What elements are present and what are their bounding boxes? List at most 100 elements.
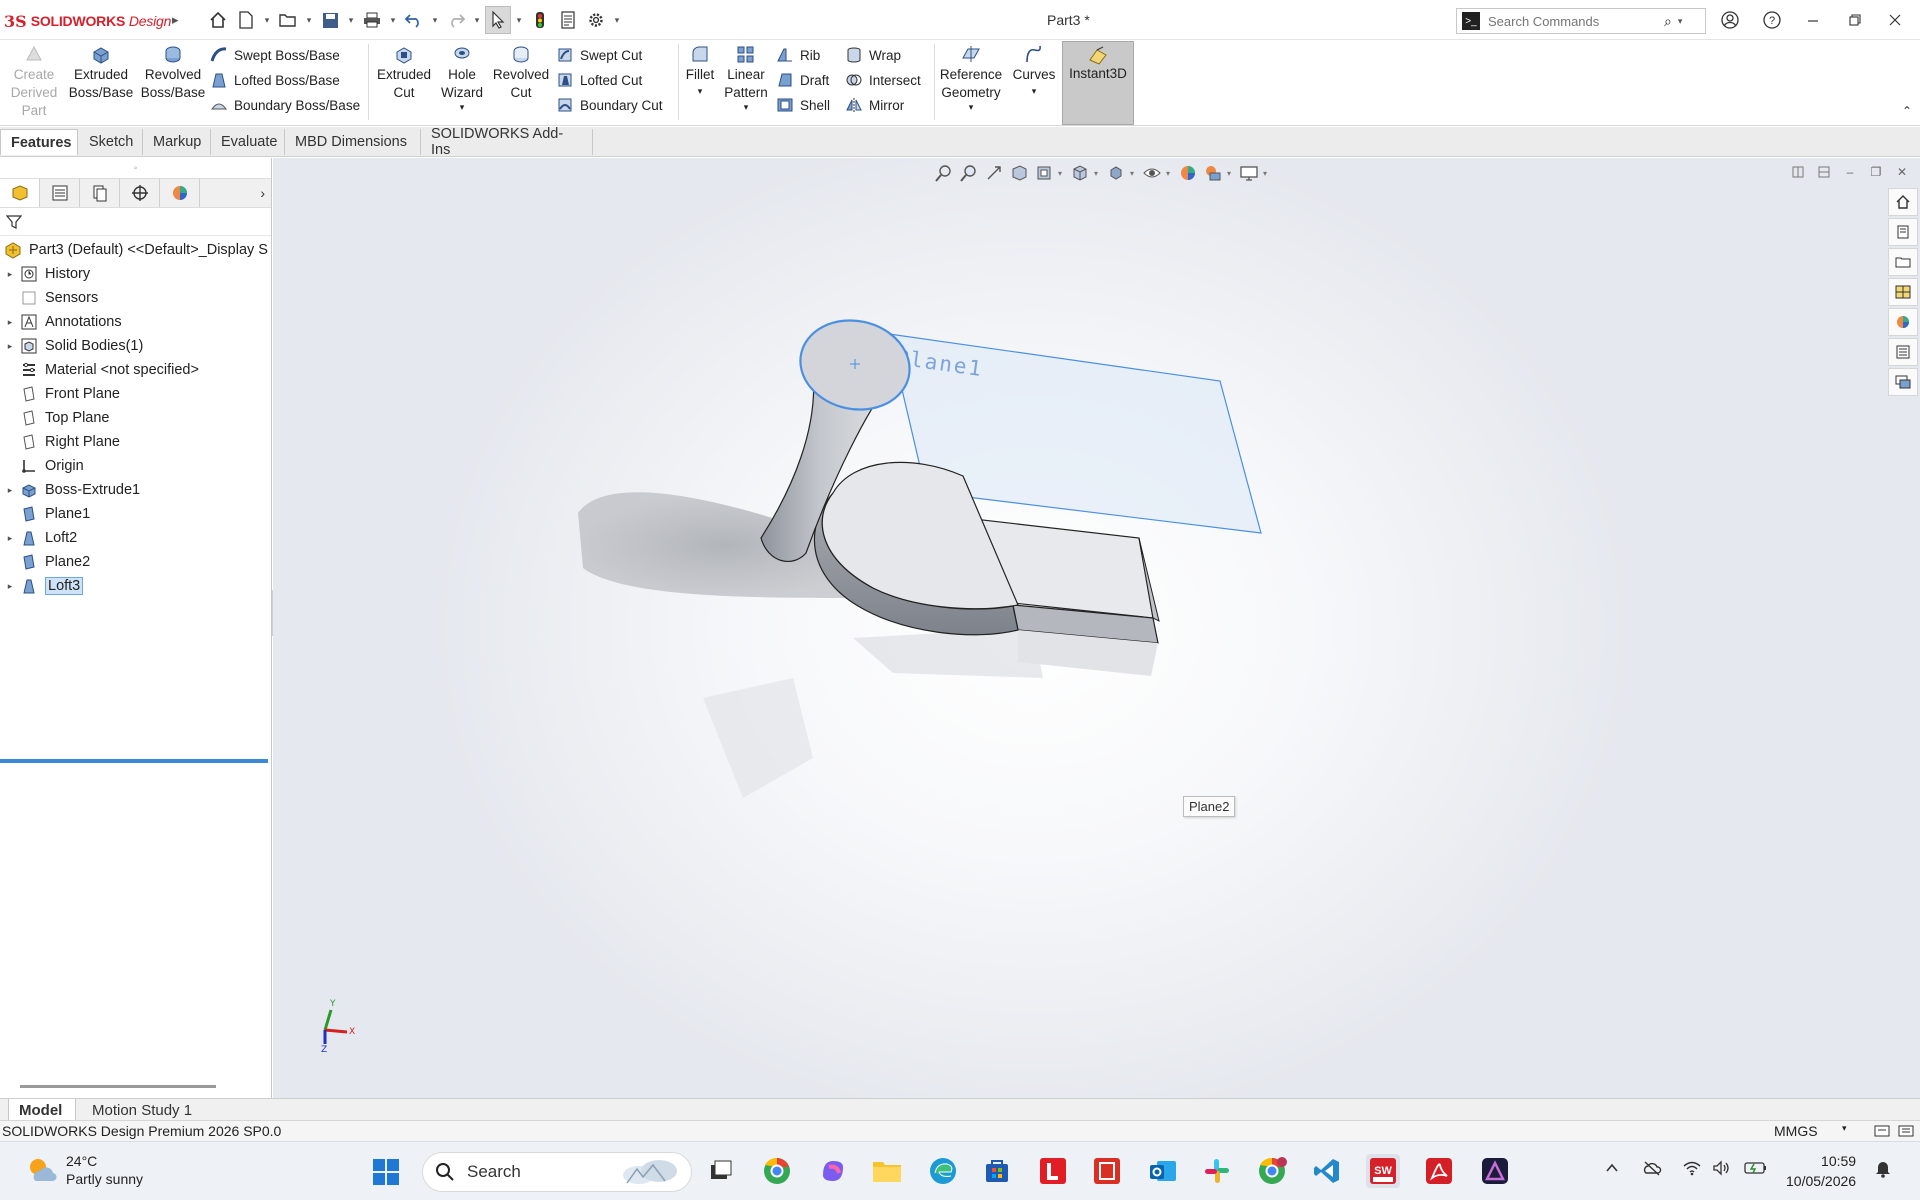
onedrive-status[interactable] <box>1642 1160 1662 1179</box>
boundary-cut-button[interactable]: Boundary Cut <box>556 94 663 116</box>
tab-sketch[interactable]: Sketch <box>79 129 143 155</box>
rollback-bar[interactable] <box>0 759 268 763</box>
tree-item-history[interactable]: ▸ History <box>0 262 272 286</box>
account-button[interactable] <box>1716 6 1744 34</box>
print-button[interactable] <box>359 6 385 34</box>
options-dropdown-icon[interactable]: ▾ <box>611 15 623 26</box>
tree-item-right-plane[interactable]: Right Plane <box>0 430 272 454</box>
restore-button[interactable] <box>1841 6 1869 34</box>
status-options-icon[interactable] <box>1898 1124 1914 1141</box>
minimize-button[interactable] <box>1799 6 1827 34</box>
taskbar-slack[interactable] <box>1200 1154 1234 1188</box>
more-tabs-icon[interactable]: › <box>260 185 265 201</box>
weather-widget[interactable]: 24°C Partly sunny <box>26 1152 143 1188</box>
tab-markup[interactable]: Markup <box>143 129 211 155</box>
expand-arrow-icon[interactable]: ▸ <box>0 317 20 328</box>
extruded-cut-button[interactable]: Extruded Cut <box>374 44 434 102</box>
tree-item-origin[interactable]: Origin <box>0 454 272 478</box>
rib-button[interactable]: Rib <box>776 44 820 66</box>
expand-arrow-icon[interactable]: ▸ <box>0 485 20 496</box>
dimxpert-manager-tab[interactable] <box>120 179 160 207</box>
taskbar-copilot[interactable] <box>816 1154 850 1188</box>
swept-cut-button[interactable]: Swept Cut <box>556 44 642 66</box>
taskbar-outlook[interactable] <box>1146 1154 1180 1188</box>
tree-item-solid-bodies-1[interactable]: ▸ Solid Bodies(1) <box>0 334 272 358</box>
taskbar-edge[interactable] <box>926 1154 960 1188</box>
tab-evaluate[interactable]: Evaluate <box>211 129 285 155</box>
save-button[interactable] <box>317 6 343 34</box>
reference-geometry-button[interactable]: Reference Geometry ▾ <box>938 44 1004 112</box>
tab-features[interactable]: Features <box>0 129 78 155</box>
solidworks-logo[interactable]: 3S SOLIDWORKS Design <box>4 10 171 32</box>
rebuild-status-icon[interactable] <box>1874 1124 1890 1141</box>
taskbar-task-view[interactable] <box>704 1154 738 1188</box>
tree-item-material-not-specified[interactable]: Material <not specified> <box>0 358 272 382</box>
fillet-button[interactable]: Fillet ▾ <box>682 44 718 98</box>
mirror-button[interactable]: Mirror <box>845 94 904 116</box>
taskbar-solidworks[interactable]: SW <box>1366 1154 1400 1188</box>
tree-item-boss-extrude1[interactable]: ▸ Boss-Extrude1 <box>0 478 272 502</box>
taskbar-affinity[interactable] <box>1478 1154 1512 1188</box>
new-dropdown-icon[interactable]: ▾ <box>261 15 273 26</box>
tree-filter[interactable] <box>0 208 271 236</box>
volume-status[interactable] <box>1712 1160 1732 1179</box>
search-commands-input[interactable] <box>1488 13 1660 29</box>
taskbar-store[interactable] <box>980 1154 1014 1188</box>
unit-system[interactable]: MMGS <box>1774 1123 1818 1139</box>
search-icon[interactable]: ⌕ <box>1664 13 1672 30</box>
taskbar-acrobat[interactable] <box>1422 1154 1456 1188</box>
collapse-ribbon-icon[interactable]: ⌃ <box>1902 104 1912 118</box>
tree-item-plane1[interactable]: Plane1 <box>0 502 272 526</box>
open-dropdown-icon[interactable]: ▾ <box>303 15 315 26</box>
part-model-view[interactable]: Plane1 <box>273 158 1920 1098</box>
configuration-manager-tab[interactable] <box>80 179 120 207</box>
options-button[interactable] <box>583 6 609 34</box>
graphics-area[interactable]: ▾ ▾ ▾ ▾ ▾ ▾ – ❐ ✕ Plane1 Plane2 Y X Z <box>273 158 1920 1098</box>
file-properties-button[interactable] <box>555 6 581 34</box>
select-button[interactable] <box>485 6 511 34</box>
tree-item-top-plane[interactable]: Top Plane <box>0 406 272 430</box>
taskbar-chrome[interactable] <box>760 1154 794 1188</box>
start-button[interactable] <box>372 1158 400 1189</box>
panel-grip[interactable]: ◦ <box>0 158 271 178</box>
curves-button[interactable]: Curves ▾ <box>1010 44 1058 98</box>
revolved-cut-button[interactable]: Revolved Cut <box>490 44 552 102</box>
display-manager-tab[interactable] <box>160 179 200 207</box>
wifi-status[interactable] <box>1682 1160 1702 1179</box>
menu-expand-icon[interactable]: ▸ <box>172 12 179 28</box>
save-dropdown-icon[interactable]: ▾ <box>345 15 357 26</box>
feature-manager-tab[interactable] <box>0 179 40 207</box>
tree-root[interactable]: Part3 (Default) <<Default>_Display S <box>0 238 272 262</box>
property-manager-tab[interactable] <box>40 179 80 207</box>
taskbar-search[interactable]: Search <box>422 1152 692 1192</box>
tree-item-loft2[interactable]: ▸ Loft2 <box>0 526 272 550</box>
wrap-button[interactable]: Wrap <box>845 44 901 66</box>
swept-boss-base-button[interactable]: Swept Boss/Base <box>210 44 340 66</box>
undo-button[interactable] <box>401 6 427 34</box>
expand-arrow-icon[interactable]: ▸ <box>0 581 20 592</box>
linear-pattern-button[interactable]: Linear Pattern ▾ <box>722 44 770 112</box>
tab-solidworks-add-ins[interactable]: SOLIDWORKS Add-Ins <box>421 126 593 158</box>
shell-button[interactable]: Shell <box>776 94 830 116</box>
panel-scrollbar[interactable] <box>20 1085 216 1088</box>
extruded-boss-base-button[interactable]: Extruded Boss/Base <box>68 44 134 102</box>
revolved-boss-base-button[interactable]: Revolved Boss/Base <box>140 44 206 102</box>
search-commands-box[interactable]: >_ ⌕ ▾ <box>1456 8 1706 34</box>
tab-model[interactable]: Model <box>8 1099 76 1121</box>
notifications-button[interactable] <box>1874 1158 1892 1181</box>
intersect-button[interactable]: Intersect <box>845 69 921 91</box>
taskbar-vscode[interactable] <box>1310 1154 1344 1188</box>
tab-motion-study-1[interactable]: Motion Study 1 <box>82 1099 208 1121</box>
search-dropdown-icon[interactable]: ▾ <box>1678 16 1683 27</box>
expand-arrow-icon[interactable]: ▸ <box>0 533 20 544</box>
instant3d-button[interactable]: Instant3D <box>1062 41 1134 125</box>
select-dropdown-icon[interactable]: ▾ <box>513 15 525 26</box>
taskbar-pdf-reader[interactable] <box>1090 1154 1124 1188</box>
redo-dropdown-icon[interactable]: ▾ <box>471 15 483 26</box>
battery-status[interactable] <box>1744 1160 1768 1179</box>
lofted-boss-base-button[interactable]: Lofted Boss/Base <box>210 69 340 91</box>
tree-item-annotations[interactable]: ▸ Annotations <box>0 310 272 334</box>
taskbar-app-l[interactable] <box>1036 1154 1070 1188</box>
taskbar-clock[interactable]: 10:59 10/05/2026 <box>1786 1151 1856 1191</box>
tab-mbd-dimensions[interactable]: MBD Dimensions <box>285 129 421 155</box>
